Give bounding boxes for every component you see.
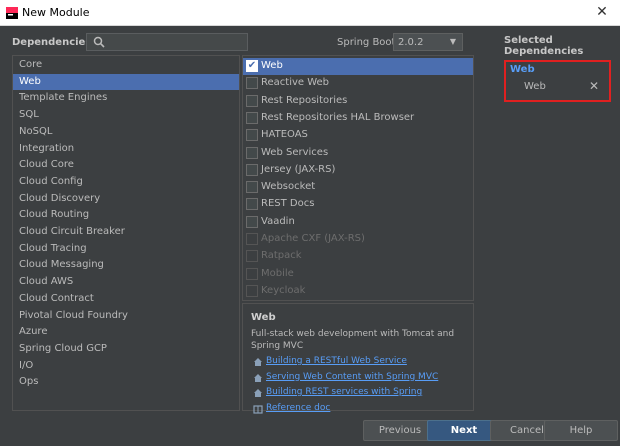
selected-item-label: Web: [524, 81, 546, 92]
dependency-label: Vaadin: [261, 215, 295, 227]
dependency-checkbox: [246, 233, 258, 245]
dependency-checkbox[interactable]: [246, 146, 258, 159]
dependency-item[interactable]: Rest Repositories HAL Browser: [243, 110, 473, 127]
category-list: Core Web Template Engines SQL NoSQL Integrati…: [12, 55, 240, 411]
window-title: New Module: [22, 6, 90, 19]
category-item[interactable]: Cloud Discovery: [13, 191, 239, 207]
dependency-checkbox[interactable]: [246, 181, 258, 194]
dependency-label: Reactive Web: [261, 77, 330, 89]
dependency-checkbox[interactable]: [246, 129, 258, 142]
spring-boot-label: Spring Boot: [337, 37, 396, 48]
dependency-item[interactable]: Web Services: [243, 145, 473, 162]
dependency-checkbox: [246, 250, 258, 263]
selected-highlight-box: Web Web ✕: [504, 60, 611, 102]
dependency-item[interactable]: Vaadin: [243, 214, 473, 231]
category-item[interactable]: Cloud Config: [13, 174, 239, 190]
dependency-label: Rest Repositories: [261, 94, 348, 106]
help-button[interactable]: Help: [544, 420, 618, 441]
category-item[interactable]: Template Engines: [13, 90, 239, 106]
dependency-item[interactable]: Websocket: [243, 179, 473, 196]
dependency-item[interactable]: HATEOAS: [243, 127, 473, 144]
dependency-label: Apache CXF (JAX-RS): [261, 233, 365, 244]
category-item[interactable]: Integration: [13, 141, 239, 157]
category-item[interactable]: Cloud Routing: [13, 207, 239, 223]
guide-link-label: Building a RESTful Web Service: [266, 356, 407, 366]
dependency-checkbox[interactable]: ✔: [246, 60, 258, 72]
dependency-checkbox[interactable]: [246, 163, 258, 176]
category-item[interactable]: Cloud Messaging: [13, 257, 239, 273]
dependencies-label: Dependencies: [12, 37, 92, 48]
selected-dependencies-label: Selected Dependencies: [504, 35, 584, 57]
dependency-item: Mobile: [243, 266, 473, 283]
dependency-label: HATEOAS: [261, 129, 308, 141]
dependency-item[interactable]: ✔ Web: [243, 58, 473, 75]
book-icon: [253, 404, 263, 414]
category-item[interactable]: Cloud Contract: [13, 291, 239, 307]
chevron-down-icon: ▼: [449, 37, 456, 46]
guide-link-label: Building REST services with Spring: [266, 387, 423, 397]
dependency-item[interactable]: REST Docs: [243, 196, 473, 213]
dependency-checkbox: [246, 284, 258, 297]
dependency-checkbox: [246, 267, 258, 280]
home-icon: [254, 358, 262, 366]
dependency-checkbox[interactable]: [246, 94, 258, 107]
dependency-list: ✔ Web Reactive Web Rest Repositories Rest Re…: [242, 55, 474, 301]
dependency-checkbox[interactable]: [246, 215, 258, 228]
home-icon: [254, 373, 262, 382]
dependency-item[interactable]: Jersey (JAX-RS): [243, 162, 473, 179]
category-item[interactable]: Ops: [13, 374, 239, 390]
dependency-item[interactable]: Rest Repositories: [243, 93, 473, 110]
category-item[interactable]: Cloud Core: [13, 157, 239, 173]
dependency-item[interactable]: Reactive Web: [243, 75, 473, 92]
spring-boot-version-value: 2.0.2: [398, 37, 424, 48]
description-title: Web: [251, 312, 276, 323]
category-item[interactable]: Cloud Tracing: [13, 241, 239, 257]
dependency-label: Websocket: [261, 181, 316, 193]
dependency-item: Keycloak: [243, 283, 473, 300]
category-item[interactable]: Cloud Circuit Breaker: [13, 224, 239, 240]
search-input[interactable]: [86, 33, 248, 51]
dependency-checkbox[interactable]: [246, 77, 258, 90]
dependency-label: Rest Repositories HAL Browser: [261, 111, 415, 123]
category-item[interactable]: Azure: [13, 324, 239, 340]
dependency-label: Ratpack: [261, 250, 302, 262]
spring-boot-version-select[interactable]: 2.0.2 ▼: [393, 33, 463, 51]
guide-link-label: Reference doc: [266, 402, 331, 413]
category-item[interactable]: Pivotal Cloud Foundry: [13, 308, 239, 324]
category-item[interactable]: NoSQL: [13, 124, 239, 140]
description-text: Full-stack web development with Tomcat a…: [251, 329, 455, 351]
dependency-item: Apache CXF (JAX-RS): [243, 231, 473, 248]
home-icon: [254, 389, 262, 397]
dependency-label: Mobile: [261, 267, 294, 279]
dependency-label: Web Services: [261, 146, 329, 158]
selected-group-label: Web: [510, 64, 535, 75]
dependency-label: Jersey (JAX-RS): [261, 163, 336, 175]
remove-icon[interactable]: ✕: [589, 79, 599, 93]
dependency-label: REST Docs: [261, 198, 315, 210]
previous-button[interactable]: Previous: [363, 420, 437, 441]
search-icon: [93, 36, 105, 48]
title-bar: New Module ✕: [0, 0, 620, 26]
selected-dependencies-panel: Web Web ✕: [504, 55, 612, 411]
category-item[interactable]: I/O: [13, 358, 239, 374]
dependency-item: Ratpack: [243, 248, 473, 265]
guide-link-label: Serving Web Content with Spring MVC: [266, 371, 439, 382]
category-item[interactable]: Core: [13, 57, 239, 73]
category-item[interactable]: SQL: [13, 107, 239, 123]
dependency-label: Web: [261, 60, 283, 71]
intellij-app-icon: [6, 7, 18, 19]
close-icon[interactable]: ✕: [594, 4, 610, 20]
category-item[interactable]: Spring Cloud GCP: [13, 341, 239, 357]
dependency-checkbox[interactable]: [246, 198, 258, 211]
dependency-checkbox[interactable]: [246, 111, 258, 124]
category-item[interactable]: Web: [13, 73, 239, 90]
description-panel: Web Full-stack web development with Tomc…: [242, 303, 474, 414]
category-item[interactable]: Cloud AWS: [13, 274, 239, 290]
dependency-label: Keycloak: [261, 284, 306, 296]
